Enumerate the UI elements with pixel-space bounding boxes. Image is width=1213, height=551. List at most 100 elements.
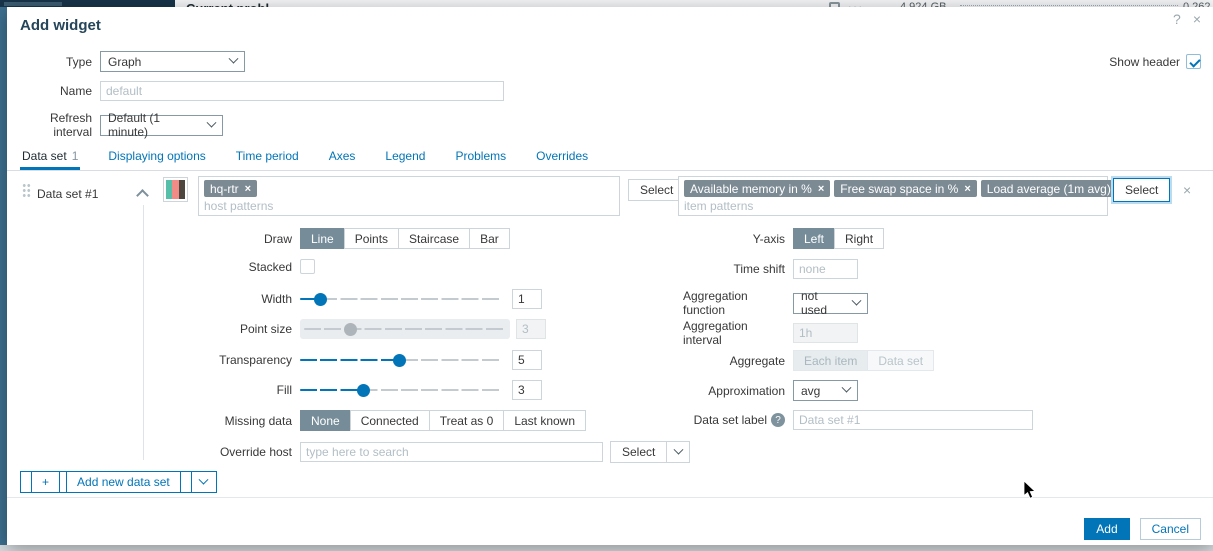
- tab-time-period[interactable]: Time period: [234, 143, 301, 170]
- time-shift-label: Time shift: [683, 262, 793, 276]
- tab-data-set-count: 1: [72, 149, 79, 163]
- tab-data-set[interactable]: Data set1: [20, 143, 80, 170]
- stacked-label: Stacked: [19, 260, 300, 274]
- host-patterns-field[interactable]: hq-rtr × host patterns: [198, 176, 620, 216]
- transparency-slider[interactable]: [300, 350, 502, 370]
- y-axis-option-right[interactable]: Right: [834, 228, 884, 249]
- item-patterns-field[interactable]: Available memory in % × Free swap space …: [678, 176, 1108, 216]
- show-header-label: Show header: [1109, 55, 1180, 69]
- missing-data-option-treat-as-0[interactable]: Treat as 0: [429, 410, 505, 431]
- missing-data-label: Missing data: [19, 414, 300, 428]
- item-patterns-placeholder: item patterns: [684, 199, 1102, 213]
- name-input[interactable]: [100, 81, 504, 101]
- chip-remove-icon[interactable]: ×: [818, 183, 824, 195]
- width-slider[interactable]: [300, 289, 502, 309]
- tab-overrides[interactable]: Overrides: [534, 143, 590, 170]
- y-axis-segmented: Left Right: [793, 228, 884, 249]
- add-button[interactable]: Add: [1084, 518, 1129, 540]
- item-chip[interactable]: Load average (1m avg) ×: [981, 180, 1130, 197]
- dotted-leader: [960, 0, 1178, 6]
- width-label: Width: [19, 292, 300, 306]
- host-chip[interactable]: hq-rtr ×: [204, 180, 257, 197]
- chevron-down-icon: [229, 54, 239, 64]
- transparency-label: Transparency: [19, 353, 300, 367]
- add-new-data-set-button[interactable]: + Add new data set: [20, 471, 192, 493]
- slider-thumb[interactable]: [314, 293, 327, 306]
- approximation-label: Approximation: [683, 384, 793, 398]
- mouse-cursor: [1024, 481, 1038, 501]
- data-set-label-input[interactable]: [793, 410, 1033, 430]
- chip-remove-icon[interactable]: ×: [964, 183, 970, 195]
- draw-option-staircase[interactable]: Staircase: [398, 228, 470, 249]
- slider-thumb[interactable]: [357, 384, 370, 397]
- name-label: Name: [19, 84, 100, 98]
- remove-data-set-icon[interactable]: ×: [1183, 182, 1191, 198]
- drag-handle-icon[interactable]: [22, 183, 31, 198]
- data-set-label-label: Data set label: [694, 413, 767, 427]
- add-new-data-set-dropdown-button[interactable]: [191, 471, 217, 493]
- draw-option-line[interactable]: Line: [300, 228, 345, 249]
- data-set-title: Data set #1: [37, 187, 98, 201]
- tab-axes[interactable]: Axes: [327, 143, 358, 170]
- help-icon[interactable]: ?: [771, 413, 785, 427]
- aggregation-interval-input: [793, 323, 858, 343]
- tab-displaying-options[interactable]: Displaying options: [106, 143, 207, 170]
- help-icon[interactable]: ?: [1173, 11, 1181, 27]
- aggregate-label: Aggregate: [683, 354, 793, 368]
- slider-thumb[interactable]: [393, 354, 406, 367]
- aggregation-function-select[interactable]: not used: [793, 293, 868, 314]
- cancel-button[interactable]: Cancel: [1140, 518, 1201, 540]
- chevron-down-icon: [207, 117, 217, 127]
- stacked-checkbox[interactable]: [300, 259, 315, 274]
- draw-option-bar[interactable]: Bar: [469, 228, 510, 249]
- missing-data-option-connected[interactable]: Connected: [350, 410, 430, 431]
- approximation-select[interactable]: avg: [793, 380, 858, 401]
- fill-slider[interactable]: [300, 380, 502, 400]
- add-widget-dialog: Add widget ? × Show header Type Graph Na…: [7, 7, 1213, 545]
- chevron-down-icon: [842, 383, 852, 393]
- override-host-select-button[interactable]: Select: [610, 441, 667, 463]
- item-select-button[interactable]: Select: [1113, 178, 1170, 202]
- y-axis-label: Y-axis: [683, 232, 793, 246]
- override-host-label: Override host: [19, 445, 300, 459]
- draw-option-points[interactable]: Points: [344, 228, 399, 249]
- aggregation-function-value: not used: [801, 289, 845, 317]
- missing-data-segmented: None Connected Treat as 0 Last known: [300, 410, 586, 431]
- show-header-checkbox[interactable]: [1186, 54, 1201, 69]
- transparency-input[interactable]: [512, 350, 542, 370]
- missing-data-option-last-known[interactable]: Last known: [503, 410, 586, 431]
- page-bottom-strip: [0, 545, 1213, 551]
- aggregation-function-label: Aggregation function: [683, 289, 793, 317]
- chip-remove-icon[interactable]: ×: [245, 183, 251, 195]
- item-chip[interactable]: Free swap space in % ×: [834, 180, 977, 197]
- item-chip[interactable]: Available memory in % ×: [684, 180, 830, 197]
- override-host-input[interactable]: [300, 442, 603, 462]
- approximation-value: avg: [801, 384, 820, 398]
- tab-problems[interactable]: Problems: [453, 143, 508, 170]
- fill-label: Fill: [19, 383, 300, 397]
- sidebar-edge: [0, 7, 7, 545]
- time-shift-input[interactable]: [793, 259, 858, 279]
- missing-data-option-none[interactable]: None: [300, 410, 351, 431]
- host-patterns-placeholder: host patterns: [204, 199, 614, 213]
- y-axis-option-left[interactable]: Left: [793, 228, 835, 249]
- width-input[interactable]: [512, 289, 542, 309]
- aggregate-segmented: Each item Data set: [793, 350, 934, 371]
- aggregation-interval-label: Aggregation interval: [683, 319, 793, 347]
- draw-label: Draw: [19, 232, 300, 246]
- close-icon[interactable]: ×: [1193, 11, 1201, 27]
- fill-input[interactable]: [512, 380, 542, 400]
- color-picker-swatch[interactable]: [163, 177, 188, 202]
- tab-legend[interactable]: Legend: [383, 143, 427, 170]
- type-label: Type: [19, 55, 100, 69]
- point-size-input: [516, 319, 546, 339]
- type-select[interactable]: Graph: [100, 51, 245, 72]
- plus-icon: +: [31, 471, 60, 493]
- dialog-tabs: Data set1 Displaying options Time period…: [7, 143, 1213, 171]
- host-select-button[interactable]: Select: [628, 179, 685, 201]
- collapse-chevron-icon[interactable]: [136, 189, 149, 202]
- refresh-interval-select[interactable]: Default (1 minute): [100, 115, 223, 136]
- override-host-dropdown-button[interactable]: [666, 441, 690, 463]
- chevron-down-icon: [852, 295, 862, 305]
- point-size-slider: [300, 319, 510, 339]
